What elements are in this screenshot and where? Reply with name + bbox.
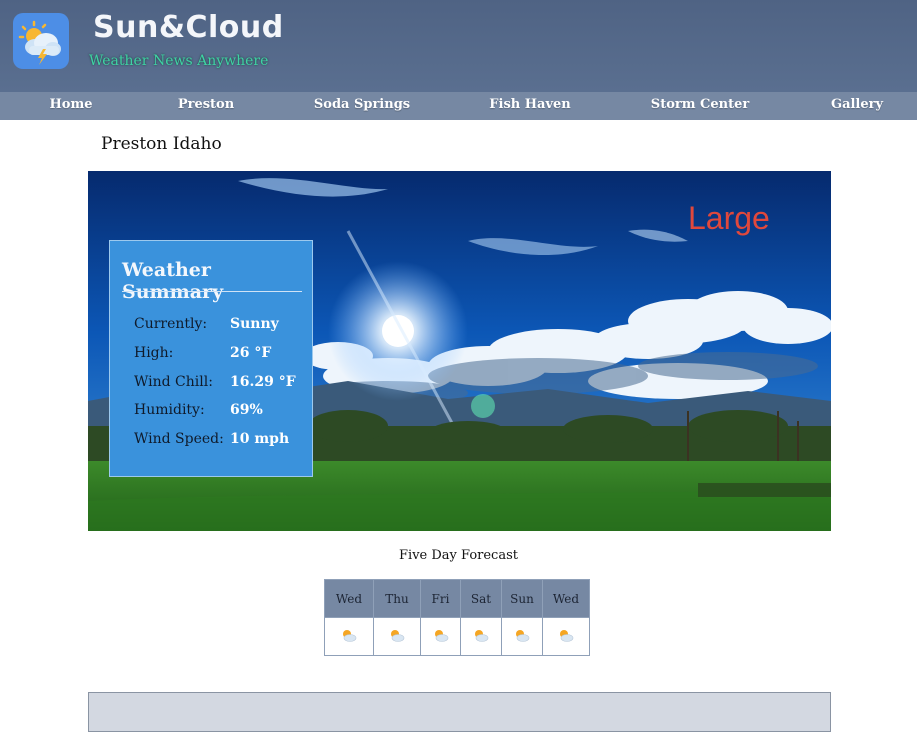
nav-item-home[interactable]: Home: [50, 97, 93, 112]
forecast-cell: [460, 617, 502, 656]
summary-label: Currently:: [134, 316, 208, 332]
forecast-cell: [542, 617, 590, 656]
summary-label: Wind Speed:: [134, 431, 224, 447]
summary-value: 69%: [230, 402, 263, 418]
partly-cloudy-icon: [558, 629, 574, 646]
summary-label: Humidity:: [134, 402, 205, 418]
forecast-day: Sat: [460, 579, 502, 618]
summary-label: Wind Chill:: [134, 374, 213, 390]
forecast-day: Fri: [420, 579, 461, 618]
forecast-title: Five Day Forecast: [399, 548, 518, 563]
site-title: Sun&Cloud: [93, 10, 284, 45]
summary-value: 16.29 °F: [230, 374, 296, 390]
weather-summary-panel: Weather Summary Currently: Sunny High: 2…: [109, 240, 313, 477]
partly-cloudy-icon: [514, 629, 530, 646]
divider: [122, 291, 302, 292]
hero-overlay-label: Large: [688, 200, 770, 236]
forecast-header-row: Wed Thu Fri Sat Sun Wed: [324, 579, 590, 618]
site-tagline: Weather News Anywhere: [89, 53, 269, 69]
nav-item-fish-haven[interactable]: Fish Haven: [489, 97, 570, 112]
site-header: Sun&Cloud Weather News Anywhere: [0, 0, 917, 92]
forecast-table: Wed Thu Fri Sat Sun Wed: [324, 579, 590, 656]
nav-item-preston[interactable]: Preston: [178, 97, 234, 112]
nav-item-storm-center[interactable]: Storm Center: [651, 97, 749, 112]
forecast-day: Thu: [373, 579, 421, 618]
forecast-day: Wed: [324, 579, 374, 618]
forecast-cell: [373, 617, 421, 656]
sun-cloud-lightning-icon[interactable]: [13, 13, 69, 69]
main-nav: Home Preston Soda Springs Fish Haven Sto…: [0, 92, 917, 120]
forecast-cell: [501, 617, 543, 656]
partly-cloudy-icon: [341, 629, 357, 646]
summary-value: 10 mph: [230, 431, 290, 447]
partly-cloudy-icon: [433, 629, 449, 646]
forecast-icon-row: [324, 617, 590, 656]
summary-value: 26 °F: [230, 345, 272, 361]
forecast-cell: [420, 617, 461, 656]
page-title: Preston Idaho: [101, 134, 222, 154]
nav-item-gallery[interactable]: Gallery: [831, 97, 883, 112]
forecast-day: Sun: [501, 579, 543, 618]
partly-cloudy-icon: [473, 629, 489, 646]
summary-label: High:: [134, 345, 174, 361]
summary-value: Sunny: [230, 316, 279, 332]
partly-cloudy-icon: [389, 629, 405, 646]
forecast-cell: [324, 617, 374, 656]
weather-summary-title: Weather Summary: [122, 259, 224, 303]
forecast-day: Wed: [542, 579, 590, 618]
nav-item-soda-springs[interactable]: Soda Springs: [314, 97, 410, 112]
content-panel: [88, 692, 831, 732]
